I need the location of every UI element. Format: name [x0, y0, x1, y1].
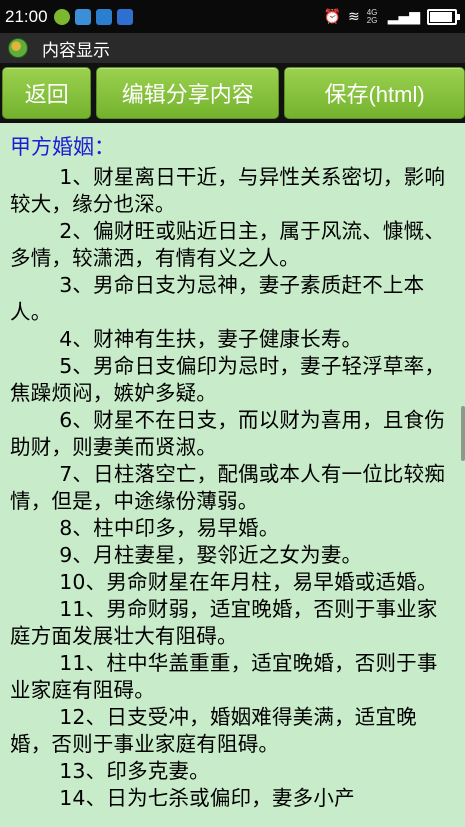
content-item: 8、柱中印多，易早婚。: [59, 516, 280, 540]
content-item: 9、月柱妻星，娶邻近之女为妻。: [59, 543, 363, 567]
status-time: 21:00: [5, 6, 48, 26]
section-heading: 甲方婚姻：: [10, 135, 115, 159]
battery-level: [430, 11, 453, 22]
content-item: 7、日柱落空亡，配偶或本人有一位比较痴情，但是，中途缘份薄弱。: [10, 462, 446, 513]
content-item: 11、柱中华盖重重，适宜晚婚，否则于事业家庭有阻碍。: [10, 651, 438, 702]
content-panel[interactable]: 甲方婚姻： 1、财星离日干近，与异性关系密切，影响较大，缘分也深。 2、偏财旺或贴…: [0, 123, 465, 827]
save-html-button[interactable]: 保存(html): [284, 67, 465, 119]
battery-icon: [427, 8, 460, 25]
status-right-icons: ⏰ ≋ 4G 2G ▂▄▆: [323, 0, 460, 33]
content-item: 10、男命财星在年月柱，易早婚或适婚。: [59, 570, 438, 594]
action-toolbar: 返回 编辑分享内容 保存(html): [0, 63, 465, 123]
page-title: 内容显示: [42, 40, 110, 61]
content-item: 1、财星离日干近，与异性关系密切，影响较大，缘分也深。: [10, 165, 446, 216]
back-button[interactable]: 返回: [2, 67, 92, 119]
signal-icon: ▂▄▆: [387, 8, 420, 25]
content-item: 2、偏财旺或贴近日主，属于风流、慷慨、多情，较潇洒，有情有义之人。: [10, 219, 446, 270]
scrollbar[interactable]: [461, 406, 465, 461]
content-item: 4、财神有生扶，妻子健康长寿。: [59, 327, 363, 351]
status-bar: 21:00 ⏰ ≋ 4G 2G ▂▄▆: [0, 0, 465, 33]
security-notification-icon: [116, 8, 133, 25]
content-item: 13、印多克妻。: [59, 759, 210, 783]
content-item: 6、财星不在日支，而以财为喜用，且食伤助财，则妻美而贤淑。: [10, 408, 446, 459]
content-list: 1、财星离日干近，与异性关系密切，影响较大，缘分也深。 2、偏财旺或贴近日主，属于…: [10, 164, 455, 812]
content-item: 5、男命日支偏印为忌时，妻子轻浮草率，焦躁烦闷，嫉妒多疑。: [10, 354, 446, 405]
content-item: 14、日为七杀或偏印，妻多小产: [59, 786, 355, 810]
network-type-label: 4G 2G: [366, 7, 378, 25]
mail-notification-icon: [95, 8, 112, 25]
notification-icons: [53, 8, 133, 25]
chat-notification-icon: [74, 8, 91, 25]
content-item: 11、男命财弱，适宜晚婚，否则于事业家庭方面发展壮大有阻碍。: [10, 597, 438, 648]
content-item: 12、日支受冲，婚姻难得美满，适宜晚婚，否则于事业家庭有阻碍。: [10, 705, 417, 756]
wifi-icon: ≋: [347, 8, 360, 25]
title-bar: 内容显示: [0, 33, 465, 63]
app-logo-icon: [8, 38, 28, 58]
content-item: 3、男命日支为忌神，妻子素质赶不上本人。: [10, 273, 425, 324]
edit-share-button[interactable]: 编辑分享内容: [96, 67, 280, 119]
alarm-icon: ⏰: [323, 8, 341, 25]
app-notification-icon: [53, 8, 70, 25]
